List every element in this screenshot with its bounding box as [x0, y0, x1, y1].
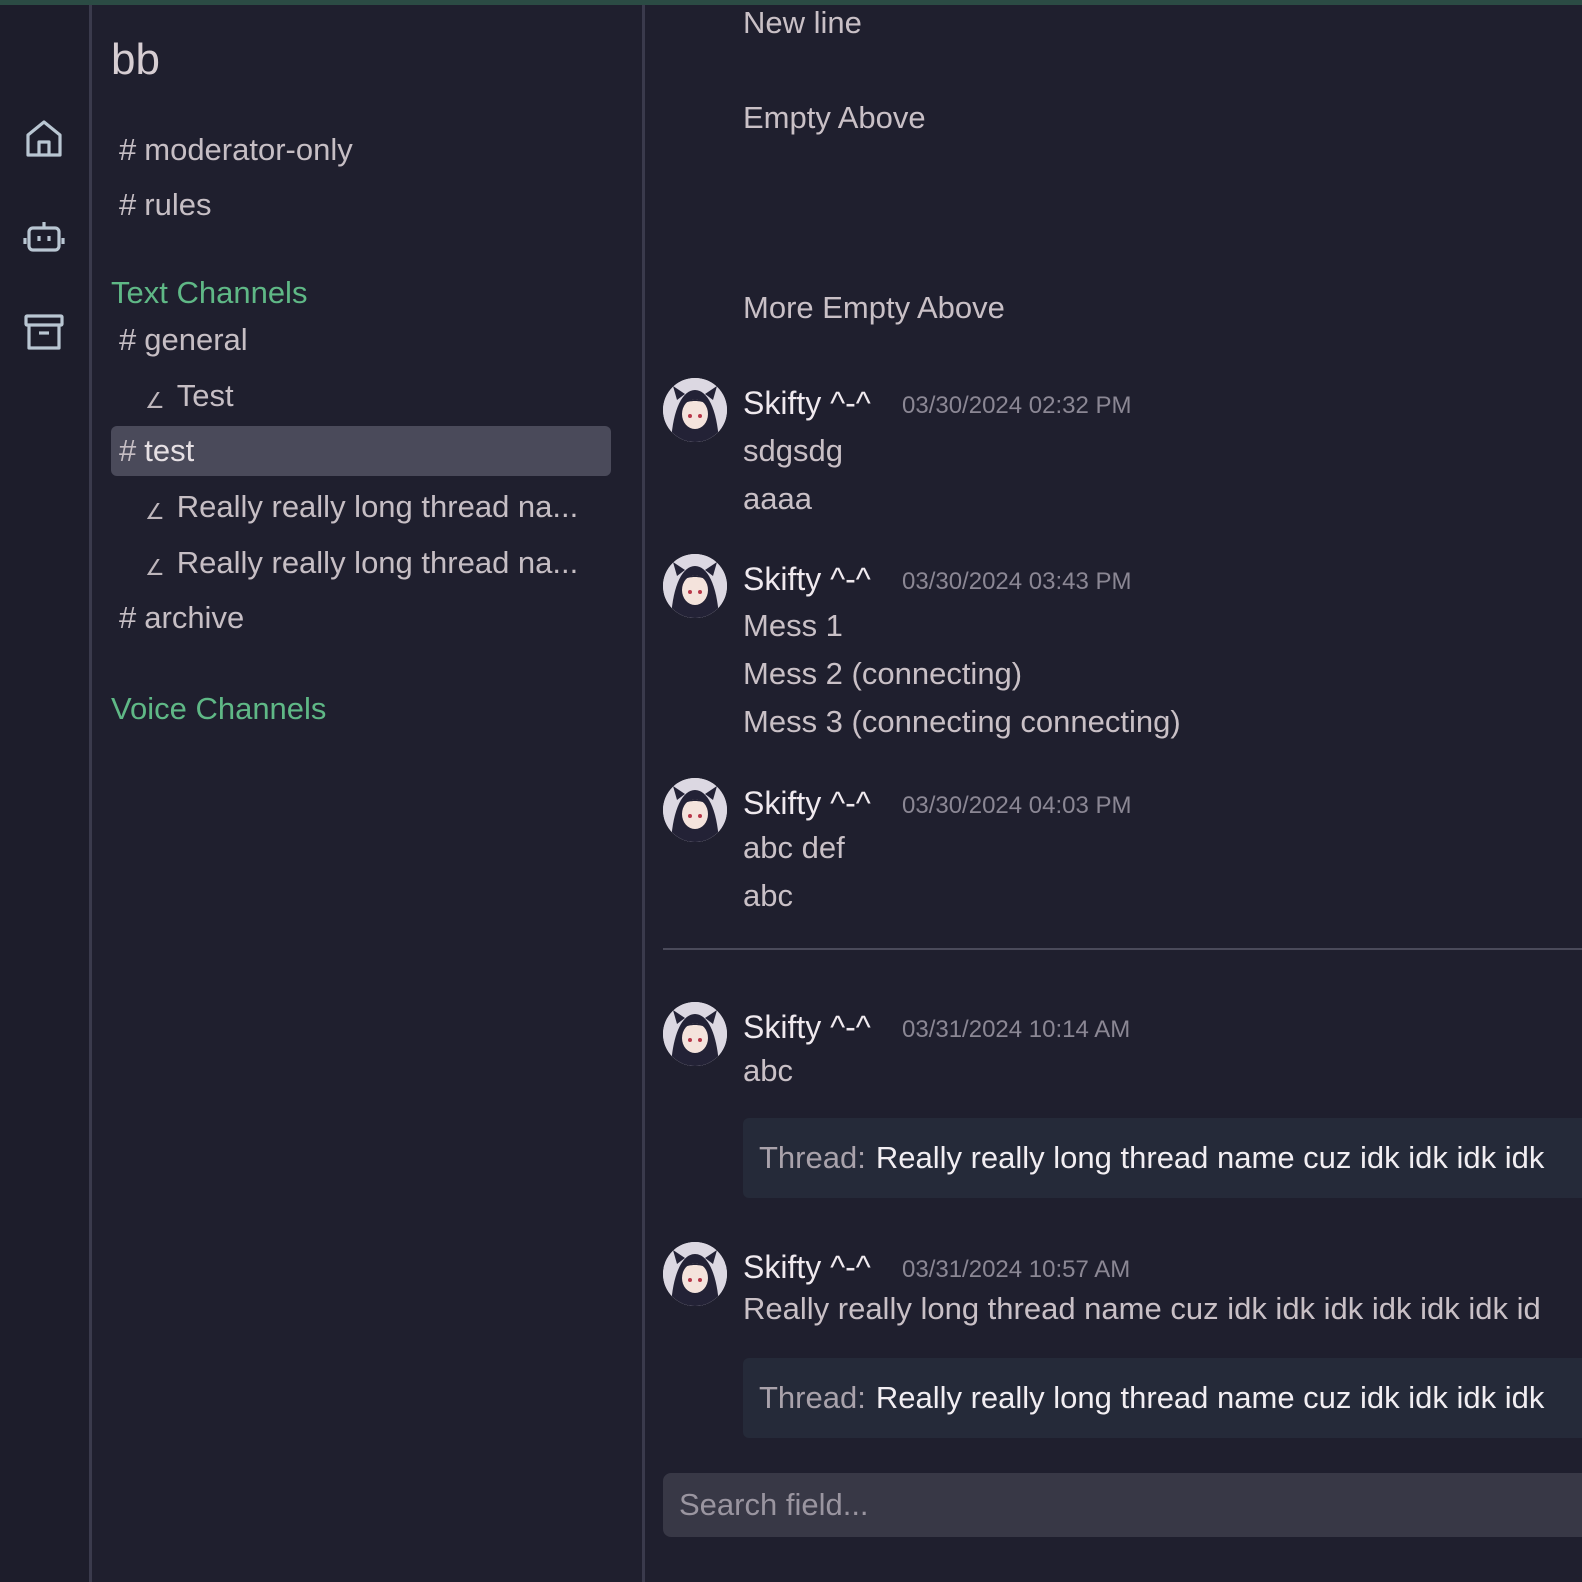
thread-card[interactable]: Thread: Really really long thread name c… [743, 1358, 1582, 1438]
channel-label: archive [144, 600, 245, 635]
channel-rules[interactable]: # rules [111, 180, 611, 230]
message-author[interactable]: Skifty ^-^ [743, 385, 871, 422]
channel-sidebar: bb # moderator-only # rules Text Channel… [95, 5, 645, 1582]
thread-card-label: Thread: [759, 1140, 866, 1175]
thread-card-name: Really really long thread name cuz idk i… [875, 1140, 1545, 1175]
message-line: Empty Above [743, 100, 926, 135]
hash-icon: # [119, 132, 137, 167]
hash-icon: # [119, 433, 137, 468]
message-line: sdgsdg [743, 433, 843, 468]
avatar[interactable] [663, 378, 727, 442]
message-line: Mess 2 (connecting) [743, 656, 1023, 691]
message-line: Really really long thread name cuz idk i… [743, 1291, 1541, 1326]
message-author[interactable]: Skifty ^-^ [743, 561, 871, 598]
home-icon[interactable] [20, 115, 68, 163]
thread-icon: ∠ [145, 555, 165, 580]
search-input[interactable] [663, 1473, 1582, 1537]
thread-test[interactable]: ∠ Test [111, 371, 611, 421]
message-line: More Empty Above [743, 290, 1005, 325]
avatar[interactable] [663, 778, 727, 842]
message-line: New line [743, 5, 862, 40]
channel-label: moderator-only [144, 132, 353, 167]
avatar[interactable] [663, 554, 727, 618]
message-timestamp: 03/31/2024 10:57 AM [902, 1256, 1131, 1283]
icon-rail [0, 5, 92, 1582]
avatar[interactable] [663, 1242, 727, 1306]
message-timestamp: 03/30/2024 02:32 PM [902, 392, 1132, 419]
archive-box-icon[interactable] [20, 308, 68, 356]
bot-icon[interactable] [20, 212, 68, 260]
thread-label: Really really long thread na... [176, 545, 579, 580]
thread-label: Really really long thread na... [176, 489, 579, 524]
thread-really-long-1[interactable]: ∠ Really really long thread na... [111, 482, 611, 532]
channel-label: test [144, 433, 195, 468]
channel-label: general [144, 322, 248, 357]
message-author[interactable]: Skifty ^-^ [743, 1009, 871, 1046]
thread-card-name: Really really long thread name cuz idk i… [875, 1380, 1545, 1415]
thread-label: Test [176, 378, 234, 413]
category-text-channels[interactable]: Text Channels [111, 275, 307, 311]
channel-test[interactable]: # test [111, 426, 611, 476]
date-divider [663, 948, 1582, 950]
avatar[interactable] [663, 1002, 727, 1066]
message-line: abc def [743, 830, 845, 865]
message-line: abc [743, 1053, 793, 1088]
thread-icon: ∠ [145, 388, 165, 413]
message-line: abc [743, 878, 793, 913]
message-author[interactable]: Skifty ^-^ [743, 785, 871, 822]
channel-general[interactable]: # general [111, 315, 611, 365]
channel-label: rules [144, 187, 212, 222]
thread-really-long-2[interactable]: ∠ Really really long thread na... [111, 538, 611, 588]
message-author[interactable]: Skifty ^-^ [743, 1249, 871, 1286]
hash-icon: # [119, 187, 137, 222]
channel-archive[interactable]: # archive [111, 593, 611, 643]
server-name: bb [111, 35, 160, 84]
thread-card-label: Thread: [759, 1380, 866, 1415]
thread-card[interactable]: Thread: Really really long thread name c… [743, 1118, 1582, 1198]
message-timestamp: 03/30/2024 03:43 PM [902, 568, 1132, 595]
message-line: Mess 1 [743, 608, 843, 643]
chat-panel: New line Empty Above More Empty Above Sk… [648, 5, 1582, 1582]
message-timestamp: 03/31/2024 10:14 AM [902, 1016, 1131, 1043]
channel-moderator-only[interactable]: # moderator-only [111, 125, 611, 175]
thread-icon: ∠ [145, 499, 165, 524]
category-voice-channels[interactable]: Voice Channels [111, 691, 326, 727]
message-timestamp: 03/30/2024 04:03 PM [902, 792, 1132, 819]
message-line: Mess 3 (connecting connecting) [743, 704, 1181, 739]
message-line: aaaa [743, 481, 812, 516]
hash-icon: # [119, 322, 137, 357]
hash-icon: # [119, 600, 137, 635]
